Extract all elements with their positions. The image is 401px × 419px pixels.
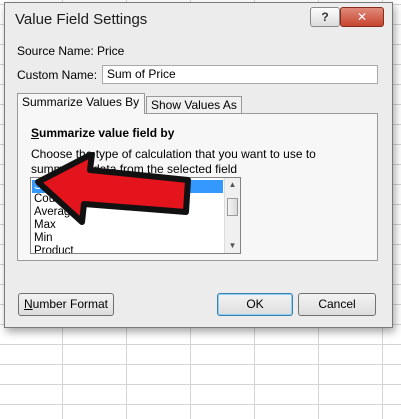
custom-name-label: Custom Name:: [17, 68, 98, 82]
number-format-button[interactable]: Number Format: [18, 293, 114, 316]
list-item-min[interactable]: Min: [32, 232, 223, 245]
tab-summarize-values-by[interactable]: Summarize Values By: [17, 93, 145, 114]
list-item-sum[interactable]: Sum: [32, 180, 223, 193]
scroll-down-icon[interactable]: ▼: [225, 239, 240, 253]
list-item-max[interactable]: Max: [32, 219, 223, 232]
section-title: Summarize value field by: [31, 126, 175, 140]
calculation-listbox[interactable]: Sum Count Average Max Min Product ▲ ▼: [30, 177, 241, 254]
scroll-thumb[interactable]: [227, 198, 238, 216]
list-item-count[interactable]: Count: [32, 193, 223, 206]
close-icon: ✕: [356, 10, 368, 24]
ok-button[interactable]: OK: [217, 293, 293, 316]
list-scrollbar[interactable]: ▲ ▼: [224, 178, 240, 253]
help-button[interactable]: ?: [310, 7, 340, 27]
section-description: Choose the type of calculation that you …: [31, 147, 316, 176]
list-item-product[interactable]: Product: [32, 245, 223, 253]
list-item-average[interactable]: Average: [32, 206, 223, 219]
source-name-label: Source Name:: [17, 44, 94, 58]
value-field-settings-dialog: Value Field Settings ? ✕ Source Name: Pr…: [4, 2, 393, 328]
cancel-button[interactable]: Cancel: [298, 293, 376, 316]
scroll-up-icon[interactable]: ▲: [225, 178, 240, 192]
dialog-title: Value Field Settings: [15, 11, 148, 28]
summarize-panel: Summarize value field by Choose the type…: [17, 113, 378, 261]
close-button[interactable]: ✕: [340, 7, 384, 27]
title-bar: Value Field Settings ? ✕: [5, 3, 392, 35]
help-icon: ?: [321, 10, 329, 24]
source-name-value: Price: [97, 44, 125, 58]
custom-name-input[interactable]: Sum of Price: [102, 65, 378, 84]
